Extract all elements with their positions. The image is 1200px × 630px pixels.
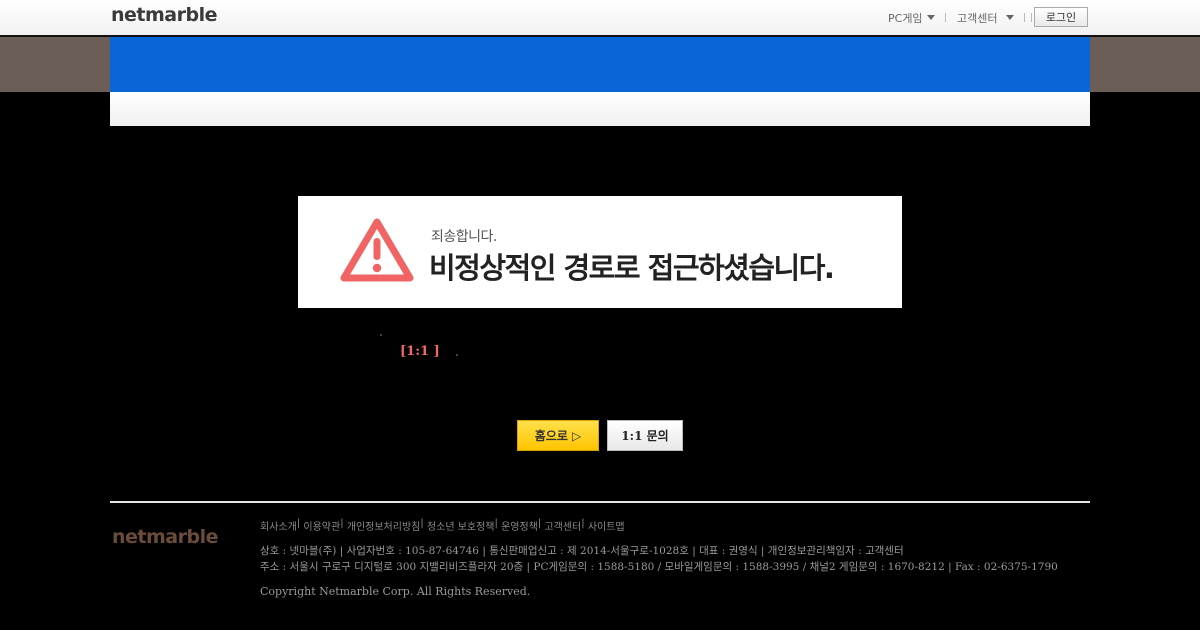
company-info-line: 주소 : 서울시 구로구 디지털로 300 지밸리비즈플라자 20층 | PC게… bbox=[260, 561, 1058, 573]
pc-game-menu[interactable]: PC게임 bbox=[888, 0, 946, 35]
footer-divider bbox=[110, 501, 1090, 503]
sub-nav-bar bbox=[110, 92, 1090, 126]
login-button[interactable]: 로그인 bbox=[1034, 7, 1088, 27]
divider bbox=[1024, 13, 1026, 22]
error-banner: 죄송합니다. 비정상적인 경로로 접근하셨습니다. bbox=[298, 196, 902, 308]
inquiry-button[interactable]: 1:1 문의 bbox=[607, 420, 683, 451]
warning-triangle-icon bbox=[340, 218, 414, 282]
footer-link[interactable]: 이용약관 bbox=[303, 518, 340, 533]
error-subtitle: 죄송합니다. bbox=[431, 229, 497, 245]
copyright: Copyright Netmarble Corp. All Rights Res… bbox=[260, 585, 531, 598]
footer-link[interactable]: 개인정보처리방침 bbox=[347, 518, 421, 533]
footer-link[interactable]: 사이트맵 bbox=[588, 518, 625, 533]
footer-links: 회사소개 | 이용약관 | 개인정보처리방침 | 청소년 보호정책 | 운영정책 | 고객… bbox=[260, 518, 625, 533]
footer-logo: netmarble bbox=[112, 526, 218, 548]
customer-center-label: 고객센터 bbox=[957, 11, 998, 25]
footer-link[interactable]: 회사소개 bbox=[260, 518, 297, 533]
netmarble-logo[interactable]: netmarble bbox=[111, 4, 217, 26]
footer-link[interactable]: 운영정책 bbox=[501, 518, 538, 533]
inquiry-highlight: [1:1 ] bbox=[400, 344, 440, 359]
divider bbox=[1031, 13, 1033, 22]
message-dot bbox=[456, 354, 458, 356]
top-bar: netmarble PC게임 고객센터 로그인 bbox=[0, 0, 1200, 37]
message-dot bbox=[380, 334, 382, 336]
customer-center-menu[interactable]: 고객센터 bbox=[957, 0, 1033, 35]
chevron-down-icon bbox=[1006, 15, 1015, 20]
pc-game-menu-label: PC게임 bbox=[888, 11, 923, 25]
company-info-line: 상호 : 넷마블(주) | 사업자번호 : 105-87-64746 | 통신판… bbox=[260, 545, 904, 557]
divider bbox=[944, 13, 946, 22]
error-title: 비정상적인 경로로 접근하셨습니다. bbox=[429, 251, 835, 285]
footer-link[interactable]: 고객센터 bbox=[544, 518, 581, 533]
chevron-down-icon bbox=[926, 15, 935, 20]
home-button[interactable]: 홈으로 ▷ bbox=[517, 420, 599, 451]
gnb-bar bbox=[110, 37, 1090, 92]
footer-link[interactable]: 청소년 보호정책 bbox=[427, 518, 495, 533]
